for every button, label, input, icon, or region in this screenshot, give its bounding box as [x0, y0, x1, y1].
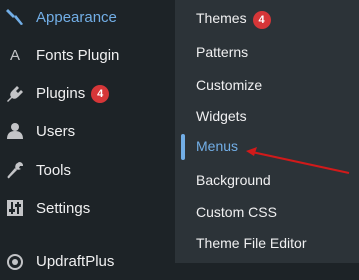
submenu-item-custom-css[interactable]: Custom CSS: [175, 196, 359, 227]
submenu-item-label: Theme File Editor: [196, 234, 307, 251]
submenu-item-patterns[interactable]: Patterns: [175, 36, 359, 67]
sidebar-item-appearance[interactable]: Appearance: [0, 0, 175, 36]
submenu-item-label: Patterns: [196, 43, 249, 60]
sidebar-item-settings[interactable]: Settings: [0, 189, 175, 227]
submenu-item-background[interactable]: Background: [175, 164, 359, 195]
submenu-item-label: Widgets: [196, 107, 247, 124]
submenu-item-label: Menus: [196, 137, 239, 154]
sidebar-item-label: Plugins 4: [36, 85, 110, 104]
sidebar-item-label: Fonts Plugin: [36, 46, 120, 64]
appearance-submenu: Themes 4 Patterns Customize Widgets Menus…: [175, 0, 359, 263]
submenu-item-widgets[interactable]: Widgets: [175, 100, 359, 131]
sidebar-item-fonts-plugin[interactable]: A Fonts Plugin: [0, 36, 175, 74]
plugin-icon: [5, 84, 25, 104]
sidebar-item-updraftplus[interactable]: UpdraftPlus: [0, 242, 175, 280]
submenu-item-customize[interactable]: Customize: [175, 69, 359, 100]
wrench-icon: [5, 160, 25, 180]
user-icon: [5, 121, 25, 141]
update-count-badge: 4: [252, 10, 271, 29]
submenu-item-label: Custom CSS: [196, 203, 277, 220]
sidebar-item-label: Settings: [36, 199, 91, 217]
update-count-badge: 4: [91, 85, 110, 104]
sidebar-item-label: UpdraftPlus: [36, 252, 115, 270]
sidebar-item-label: Appearance: [36, 8, 117, 26]
sidebar-item-label: Users: [36, 122, 76, 140]
submenu-item-menus[interactable]: Menus: [175, 130, 359, 161]
paintbrush-icon: [5, 7, 25, 27]
sidebar-item-label: Tools: [36, 161, 72, 179]
sidebar-item-tools[interactable]: Tools: [0, 151, 175, 189]
submenu-item-themes[interactable]: Themes 4: [175, 4, 359, 35]
submenu-item-label: Background: [196, 171, 271, 188]
settings-sliders-icon: [5, 198, 25, 218]
current-item-indicator: [181, 134, 185, 160]
sidebar-item-plugins[interactable]: Plugins 4: [0, 75, 175, 113]
submenu-item-label: Customize: [196, 76, 263, 93]
submenu-item-theme-file-editor[interactable]: Theme File Editor: [175, 227, 359, 258]
updraftplus-icon: [5, 251, 25, 271]
submenu-item-label: Themes 4: [196, 10, 271, 29]
sidebar-item-users[interactable]: Users: [0, 112, 175, 150]
letter-a-icon: A: [9, 46, 20, 64]
admin-sidebar: Appearance A Fonts Plugin Plugins 4 Users…: [0, 0, 175, 270]
